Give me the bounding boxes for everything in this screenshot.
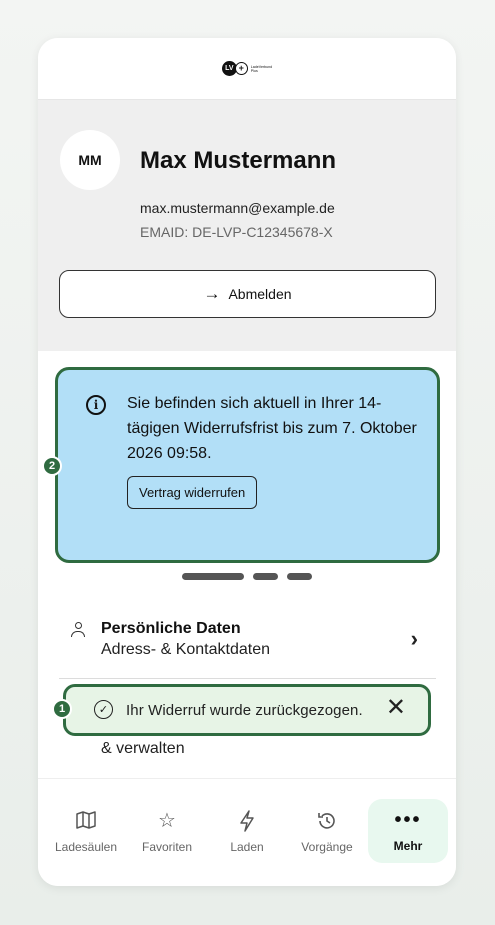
carousel-dot[interactable] xyxy=(287,573,312,580)
annotation-badge-1: 1 xyxy=(52,699,72,719)
bottom-navigation: Ladesäulen ☆ Favoriten Laden Vorgänge ••… xyxy=(38,778,456,886)
carousel-dot[interactable] xyxy=(253,573,278,580)
nav-item-laden[interactable]: Laden xyxy=(209,801,285,863)
star-icon: ☆ xyxy=(158,810,176,832)
top-bar: LV + LadeVerbund Plus xyxy=(38,38,456,100)
carousel-indicator xyxy=(38,573,456,580)
withdrawal-info-card: i Sie befinden sich aktuell in Ihrer 14-… xyxy=(55,367,440,563)
nav-item-ladesaeulen[interactable]: Ladesäulen xyxy=(48,801,124,863)
menu-item-partial-subtitle: & verwalten xyxy=(101,740,185,757)
nav-label: Laden xyxy=(230,840,264,854)
nav-label: Favoriten xyxy=(141,840,193,854)
annotation-badge-2: 2 xyxy=(42,456,62,476)
history-icon xyxy=(316,810,338,832)
nav-label: Mehr xyxy=(393,839,423,853)
check-circle-icon: ✓ xyxy=(94,700,113,719)
user-emaid: EMAID: DE-LVP-C12345678-X xyxy=(140,224,333,240)
map-icon xyxy=(75,810,97,832)
menu-item-title: Persönliche Daten xyxy=(101,620,241,637)
app-screen: LV + LadeVerbund Plus MM Max Mustermann … xyxy=(38,38,456,886)
logo-text: LadeVerbund Plus xyxy=(251,65,272,73)
profile-section: MM Max Mustermann max.mustermann@example… xyxy=(38,100,456,351)
logo-line-2: Plus xyxy=(250,68,258,73)
nav-item-favoriten[interactable]: ☆ Favoriten xyxy=(129,801,205,863)
divider xyxy=(59,678,436,679)
toast-text: Ihr Widerruf wurde zurückgezogen. xyxy=(126,702,363,719)
logout-label: Abmelden xyxy=(228,286,292,302)
menu-item-personal-data[interactable]: Persönliche Daten Adress- & Kontaktdaten… xyxy=(59,616,436,676)
brand-logo: LV + LadeVerbund Plus xyxy=(221,61,272,76)
user-name: Max Mustermann xyxy=(140,147,337,174)
arrow-right-icon: → xyxy=(203,284,221,303)
person-icon xyxy=(71,622,85,638)
nav-label: Vorgänge xyxy=(301,840,353,854)
chevron-right-icon: › xyxy=(410,626,418,651)
logo-plus-icon: + xyxy=(234,62,248,75)
logout-button[interactable]: → Abmelden xyxy=(59,270,436,318)
user-email: max.mustermann@example.de xyxy=(140,200,335,216)
nav-item-mehr[interactable]: ••• Mehr xyxy=(368,799,448,863)
close-icon[interactable]: ✕ xyxy=(386,696,406,720)
menu-item-subtitle: Adress- & Kontaktdaten xyxy=(101,641,270,658)
bolt-icon xyxy=(239,810,255,832)
toast-notification: ✓ Ihr Widerruf wurde zurückgezogen. ✕ xyxy=(63,684,431,736)
nav-item-vorgaenge[interactable]: Vorgänge xyxy=(289,801,365,863)
nav-label: Ladesäulen xyxy=(54,840,118,854)
revoke-contract-button[interactable]: Vertrag widerrufen xyxy=(127,476,258,509)
logo-mark: LV + xyxy=(221,61,248,76)
info-icon: i xyxy=(86,395,106,415)
avatar: MM xyxy=(60,130,120,190)
carousel-dot[interactable] xyxy=(182,573,244,580)
withdrawal-info-text: Sie befinden sich aktuell in Ihrer 14-tä… xyxy=(127,395,417,462)
more-icon: ••• xyxy=(394,809,422,831)
